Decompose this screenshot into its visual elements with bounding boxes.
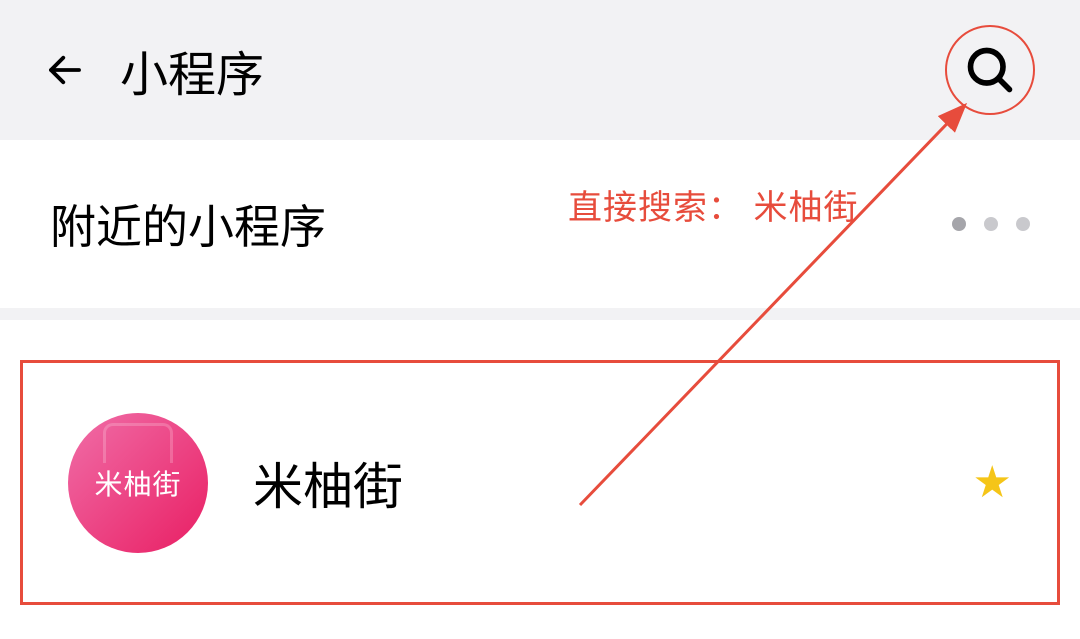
more-icon[interactable] (952, 217, 1030, 231)
bag-icon (103, 423, 173, 463)
nearby-label: 附近的小程序 (50, 191, 326, 257)
page-title: 小程序 (120, 35, 264, 105)
annotation-label: 直接搜索： 米柚街 (568, 180, 858, 229)
nearby-miniprogram-row[interactable]: 附近的小程序 (0, 140, 1080, 320)
header-bar: 小程序 (0, 0, 1080, 140)
app-icon: 米柚街 (68, 413, 208, 553)
back-arrow-icon (44, 49, 86, 91)
search-icon (964, 44, 1016, 96)
app-name: 米柚街 (253, 447, 403, 519)
highlighted-app-item[interactable]: 米柚街 米柚街 ★ (20, 360, 1060, 605)
app-icon-text: 米柚街 (94, 463, 181, 503)
search-button[interactable] (945, 25, 1035, 115)
star-icon[interactable]: ★ (973, 457, 1012, 508)
back-button[interactable] (40, 45, 90, 95)
